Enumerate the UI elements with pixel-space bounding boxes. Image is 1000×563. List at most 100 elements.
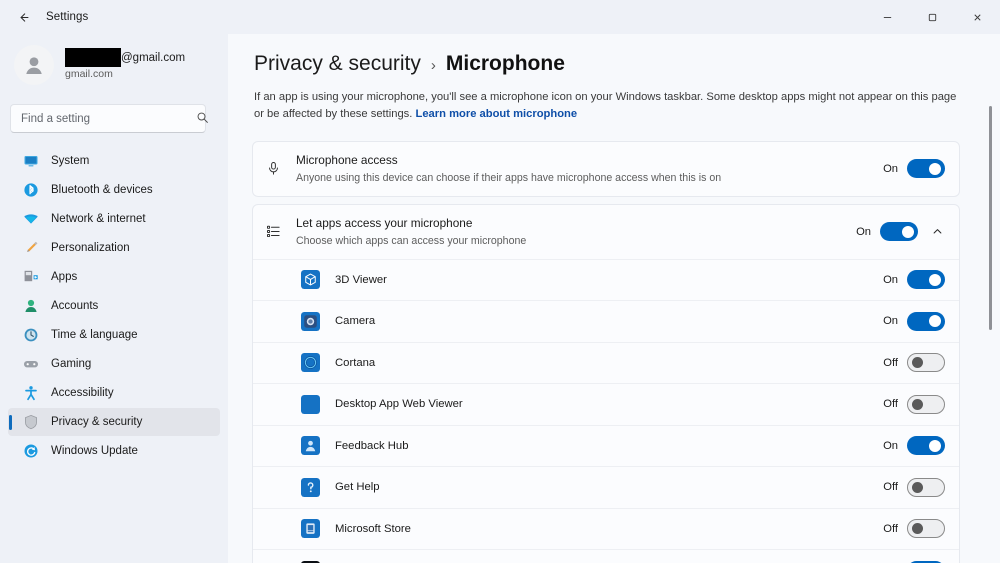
microsoft-store-icon [301, 519, 320, 539]
app-state-label: Off [883, 356, 898, 369]
3d-viewer-icon [301, 270, 320, 290]
sidebar-item-personalization[interactable]: Personalization [8, 234, 220, 262]
gamepad-icon [22, 356, 39, 373]
shield-icon [22, 414, 39, 431]
app-state-label: Off [883, 522, 898, 535]
app-toggle[interactable] [907, 311, 945, 331]
back-arrow-icon [17, 11, 30, 24]
chevron-right-icon: › [430, 57, 436, 74]
feedback-hub-icon [301, 436, 320, 456]
cortana-icon [301, 353, 320, 373]
sidebar-item-label: System [51, 155, 90, 167]
search-box [10, 104, 218, 133]
sidebar-item-label: Gaming [51, 358, 92, 370]
sidebar-nav: System Bluetooth & devices Network & int… [8, 147, 220, 465]
sidebar-item-system[interactable]: System [8, 147, 220, 175]
sidebar-item-apps[interactable]: Apps [8, 263, 220, 291]
app-control: Off [882, 394, 945, 414]
sidebar-item-windows-update[interactable]: Windows Update [8, 437, 220, 465]
close-icon [974, 13, 981, 21]
app-control: Off [882, 519, 945, 539]
let-apps-access-row[interactable]: Let apps access your microphone Choose w… [253, 205, 959, 259]
apps-icon [22, 269, 39, 286]
app-name: 3D Viewer [335, 273, 387, 286]
redacted-email-bar [65, 48, 121, 68]
app-control: Off [882, 477, 945, 497]
window-body: @gmail.com gmail.com Sy [0, 34, 1000, 563]
sidebar-item-label: Time & language [51, 329, 138, 341]
app-state-label: On [883, 439, 898, 452]
account-tile[interactable]: @gmail.com gmail.com [8, 34, 220, 92]
microphone-access-title: Microphone access [296, 152, 398, 167]
list-item[interactable]: Microsoft Store Off [253, 507, 959, 550]
sidebar-item-bluetooth-devices[interactable]: Bluetooth & devices [8, 176, 220, 204]
person-avatar-icon [26, 57, 42, 74]
let-apps-access-toggle[interactable] [880, 222, 918, 242]
microphone-access-subtitle: Anyone using this device can choose if t… [296, 171, 722, 184]
accessibility-icon [22, 385, 39, 402]
sidebar-item-accounts[interactable]: Accounts [8, 292, 220, 320]
list-item[interactable]: Cortana Off [253, 341, 959, 384]
sidebar-item-label: Personalization [51, 242, 130, 254]
app-toggle[interactable] [907, 477, 945, 497]
sidebar-item-accessibility[interactable]: Accessibility [8, 379, 220, 407]
page-description-text: If an app is using your microphone, you'… [254, 91, 957, 121]
app-state-label: Off [883, 398, 898, 411]
app-toggle[interactable] [907, 270, 945, 290]
microphone-access-state-label: On [883, 162, 898, 175]
scrollbar-thumb[interactable] [989, 106, 992, 330]
search-input[interactable] [10, 104, 206, 133]
toggle-knob [929, 273, 941, 286]
sidebar-item-privacy-security[interactable]: Privacy & security [8, 408, 220, 436]
microphone-access-row[interactable]: Microphone access Anyone using this devi… [253, 142, 959, 196]
app-name: Get Help [335, 481, 380, 494]
app-permission-list: 3D Viewer On Camera On Cortana Off Deskt… [253, 258, 959, 563]
app-control: On [882, 311, 945, 331]
maximize-button[interactable] [910, 0, 955, 34]
list-item[interactable]: Feedback Hub On [253, 424, 959, 467]
minimize-button[interactable] [865, 0, 910, 34]
clock-globe-icon [22, 327, 39, 344]
list-item[interactable]: Mixed Reality Portal On [253, 549, 959, 563]
minimize-icon [883, 16, 892, 18]
list-item[interactable]: 3D Viewer On [253, 258, 959, 301]
list-item[interactable]: Desktop App Web Viewer Off [253, 383, 959, 425]
account-text: @gmail.com gmail.com [65, 48, 185, 81]
wifi-icon [22, 211, 39, 228]
app-toggle[interactable] [907, 436, 945, 456]
microphone-access-card: Microphone access Anyone using this devi… [252, 140, 960, 197]
back-button[interactable] [8, 4, 38, 30]
account-email: @gmail.com [65, 48, 185, 68]
settings-window: Settings @gmail.com gmail.com Find a set… [0, 0, 1000, 563]
title-bar: Settings [0, 0, 1000, 34]
update-icon [22, 443, 39, 460]
app-control: Off [882, 353, 945, 373]
app-toggle[interactable] [907, 353, 945, 373]
close-button[interactable] [955, 0, 1000, 34]
list-item[interactable]: Camera On [253, 300, 959, 342]
app-state-label: On [883, 273, 898, 286]
app-control: On [882, 270, 945, 290]
microphone-access-toggle[interactable] [907, 159, 945, 179]
window-controls [865, 0, 1000, 34]
sidebar-item-gaming[interactable]: Gaming [8, 350, 220, 378]
list-item[interactable]: Get Help Off [253, 466, 959, 508]
learn-more-link[interactable]: Learn more about microphone [416, 108, 578, 120]
breadcrumb-parent-link[interactable]: Privacy & security [254, 52, 421, 76]
sidebar-item-network-internet[interactable]: Network & internet [8, 205, 220, 233]
let-apps-access-card: Let apps access your microphone Choose w… [252, 203, 960, 563]
accounts-icon [22, 298, 39, 315]
list-icon [266, 224, 296, 239]
chevron-up-icon[interactable] [929, 226, 945, 237]
microphone-access-control: On [882, 159, 945, 179]
toggle-knob [912, 357, 923, 369]
sidebar-item-time-language[interactable]: Time & language [8, 321, 220, 349]
breadcrumb: Privacy & security › Microphone [252, 52, 960, 76]
app-toggle[interactable] [907, 519, 945, 539]
app-name: Feedback Hub [335, 439, 409, 452]
let-apps-access-title: Let apps access your microphone [296, 215, 473, 230]
toggle-knob [912, 523, 923, 535]
app-toggle[interactable] [907, 394, 945, 414]
toggle-knob [929, 162, 941, 175]
content-scrollbar[interactable] [986, 44, 996, 563]
